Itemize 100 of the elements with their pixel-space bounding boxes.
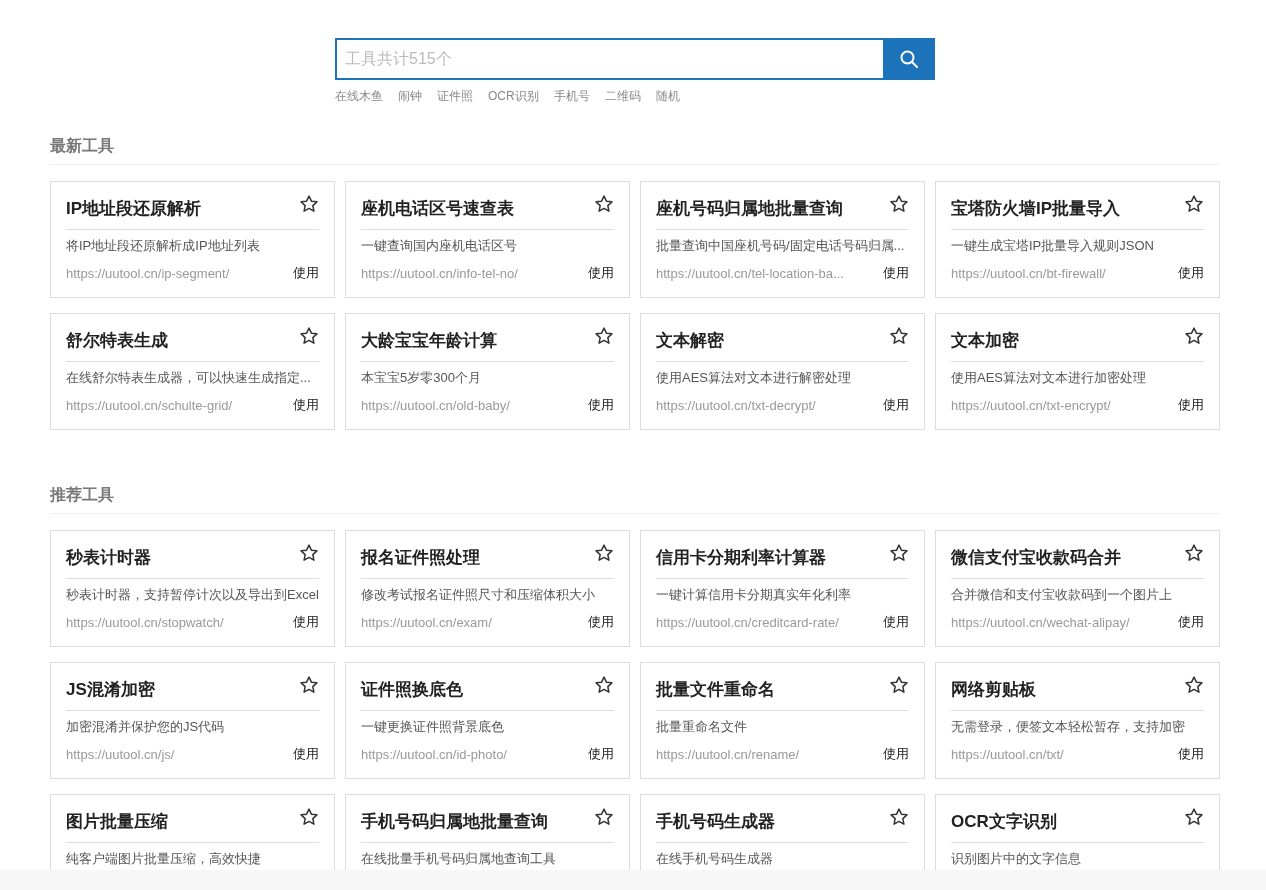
use-link[interactable]: 使用	[883, 396, 909, 414]
star-icon[interactable]	[594, 807, 614, 827]
tool-description: 一键查询国内座机电话区号	[361, 237, 518, 255]
tool-card[interactable]: 秒表计时器 秒表计时器，支持暂停计次以及导出到Excel https://uutool.cn/stopwatch/ 使用	[50, 530, 335, 647]
hot-word-link[interactable]: OCR识别	[488, 88, 539, 105]
use-link[interactable]: 使用	[293, 613, 319, 631]
tool-title: 座机电话区号速查表	[361, 198, 514, 220]
star-icon[interactable]	[594, 194, 614, 214]
tool-card[interactable]: IP地址段还原解析 将IP地址段还原解析成IP地址列表 https://uutool.cn/ip-segment/ 使用	[50, 181, 335, 298]
star-icon[interactable]	[594, 326, 614, 346]
star-icon[interactable]	[1184, 326, 1204, 346]
tool-description: 使用AES算法对文本进行解密处理	[656, 369, 852, 387]
tool-card[interactable]: 微信支付宝收款码合并 合并微信和支付宝收款码到一个图片上 https://uutool.cn/wechat-alipay/ 使用	[935, 530, 1220, 647]
tool-title: 报名证件照处理	[361, 547, 480, 569]
tool-description: 在线手机号码生成器	[656, 850, 774, 868]
tool-title: 手机号码生成器	[656, 811, 775, 833]
star-icon[interactable]	[889, 675, 909, 695]
section-title: 推荐工具	[50, 485, 1220, 514]
use-link[interactable]: 使用	[1178, 264, 1204, 282]
tool-description: 批量查询中国座机号码/固定电话号码归属...	[656, 237, 906, 255]
tool-title: JS混淆加密	[66, 679, 155, 701]
tool-description: 无需登录，便签文本轻松暂存，支持加密	[951, 718, 1186, 736]
tool-title: 图片批量压缩	[66, 811, 168, 833]
tool-description: 识别图片中的文字信息	[951, 850, 1082, 868]
tool-title: 微信支付宝收款码合并	[951, 547, 1121, 569]
tool-title: OCR文字识别	[951, 811, 1057, 833]
star-icon[interactable]	[889, 194, 909, 214]
search-field[interactable]: 工具共计515个	[335, 38, 883, 80]
star-icon[interactable]	[299, 543, 319, 563]
hot-word-link[interactable]: 在线木鱼	[335, 88, 383, 105]
star-icon[interactable]	[1184, 807, 1204, 827]
use-link[interactable]: 使用	[588, 613, 614, 631]
tool-description: 修改考试报名证件照尺寸和压缩体积大小	[361, 586, 596, 604]
tool-title: 手机号码归属地批量查询	[361, 811, 548, 833]
tool-card[interactable]: JS混淆加密 加密混淆并保护您的JS代码 https://uutool.cn/js/ 使用	[50, 662, 335, 779]
star-icon[interactable]	[889, 326, 909, 346]
tool-title: 文本加密	[951, 330, 1019, 352]
tool-description: 在线舒尔特表生成器，可以快速生成指定...	[66, 369, 312, 387]
tool-title: 批量文件重命名	[656, 679, 775, 701]
tool-card[interactable]: 批量文件重命名 批量重命名文件 https://uutool.cn/rename/ 使用	[640, 662, 925, 779]
tool-description: 合并微信和支付宝收款码到一个图片上	[951, 586, 1173, 604]
tool-card[interactable]: 宝塔防火墙IP批量导入 一键生成宝塔IP批量导入规则JSON https://uutool.cn/bt-firewall/ 使用	[935, 181, 1220, 298]
tool-description: 加密混淆并保护您的JS代码	[66, 718, 226, 736]
tool-card[interactable]: 座机号码归属地批量查询 批量查询中国座机号码/固定电话号码归属... https://uutool.cn/tel-location-ba... 使用	[640, 181, 925, 298]
tool-description: 秒表计时器，支持暂停计次以及导出到Excel	[66, 586, 319, 604]
star-icon[interactable]	[594, 543, 614, 563]
hot-word-link[interactable]: 闹钟	[398, 88, 422, 105]
use-link[interactable]: 使用	[588, 745, 614, 763]
hot-word-link[interactable]: 证件照	[437, 88, 473, 105]
section-title: 最新工具	[50, 136, 1220, 165]
tool-card[interactable]: 网络剪贴板 无需登录，便签文本轻松暂存，支持加密 https://uutool.cn/txt/ 使用	[935, 662, 1220, 779]
use-link[interactable]: 使用	[293, 396, 319, 414]
tool-description: 将IP地址段还原解析成IP地址列表	[66, 237, 261, 255]
tool-title: 宝塔防火墙IP批量导入	[951, 198, 1121, 220]
star-icon[interactable]	[1184, 675, 1204, 695]
tool-card[interactable]: 证件照换底色 一键更换证件照背景底色 https://uutool.cn/id-photo/ 使用	[345, 662, 630, 779]
star-icon[interactable]	[299, 675, 319, 695]
search-icon	[900, 50, 918, 68]
tool-title: 舒尔特表生成	[66, 330, 168, 352]
use-link[interactable]: 使用	[1178, 613, 1204, 631]
tool-card[interactable]: 文本加密 使用AES算法对文本进行加密处理 https://uutool.cn/txt-encrypt/ 使用	[935, 313, 1220, 430]
star-icon[interactable]	[299, 807, 319, 827]
star-icon[interactable]	[299, 326, 319, 346]
use-link[interactable]: 使用	[293, 264, 319, 282]
star-icon[interactable]	[889, 807, 909, 827]
search-button[interactable]	[883, 38, 935, 80]
tool-title: 文本解密	[656, 330, 724, 352]
tool-description: 使用AES算法对文本进行加密处理	[951, 369, 1147, 387]
tool-description: 在线批量手机号码归属地查询工具	[361, 850, 557, 868]
star-icon[interactable]	[889, 543, 909, 563]
tool-title: 证件照换底色	[361, 679, 463, 701]
tool-title: 信用卡分期利率计算器	[656, 547, 826, 569]
tool-card[interactable]: 大龄宝宝年龄计算 本宝宝5岁零300个月 https://uutool.cn/old-baby/ 使用	[345, 313, 630, 430]
use-link[interactable]: 使用	[293, 745, 319, 763]
tool-description: 一键生成宝塔IP批量导入规则JSON	[951, 237, 1155, 255]
hot-word-link[interactable]: 手机号	[553, 88, 590, 105]
star-icon[interactable]	[299, 194, 319, 214]
tool-title: 大龄宝宝年龄计算	[361, 330, 497, 352]
use-link[interactable]: 使用	[588, 396, 614, 414]
hot-word-link[interactable]: 二维码	[604, 88, 641, 105]
tool-description: 批量重命名文件	[656, 718, 748, 736]
star-icon[interactable]	[1184, 194, 1204, 214]
tool-description: 本宝宝5岁零300个月	[361, 369, 482, 387]
use-link[interactable]: 使用	[1178, 745, 1204, 763]
tool-title: 网络剪贴板	[951, 679, 1036, 701]
hot-word-link[interactable]: 随机	[655, 88, 680, 105]
star-icon[interactable]	[1184, 543, 1204, 563]
use-link[interactable]: 使用	[588, 264, 614, 282]
tool-card[interactable]: 信用卡分期利率计算器 一键计算信用卡分期真实年化利率 https://uutool.cn/creditcard-rate/ 使用	[640, 530, 925, 647]
use-link[interactable]: 使用	[883, 745, 909, 763]
tool-description: 纯客户端图片批量压缩，高效快捷	[66, 850, 262, 868]
use-link[interactable]: 使用	[883, 264, 909, 282]
use-link[interactable]: 使用	[1178, 396, 1204, 414]
tool-card[interactable]: 舒尔特表生成 在线舒尔特表生成器，可以快速生成指定... https://uutool.cn/schulte-grid/ 使用	[50, 313, 335, 430]
tool-card[interactable]: 报名证件照处理 修改考试报名证件照尺寸和压缩体积大小 https://uutool.cn/exam/ 使用	[345, 530, 630, 647]
tool-title: 座机号码归属地批量查询	[656, 198, 843, 220]
tool-card[interactable]: 座机电话区号速查表 一键查询国内座机电话区号 https://uutool.cn/info-tel-no/ 使用	[345, 181, 630, 298]
tool-card[interactable]: 文本解密 使用AES算法对文本进行解密处理 https://uutool.cn/txt-decrypt/ 使用	[640, 313, 925, 430]
star-icon[interactable]	[594, 675, 614, 695]
use-link[interactable]: 使用	[883, 613, 909, 631]
